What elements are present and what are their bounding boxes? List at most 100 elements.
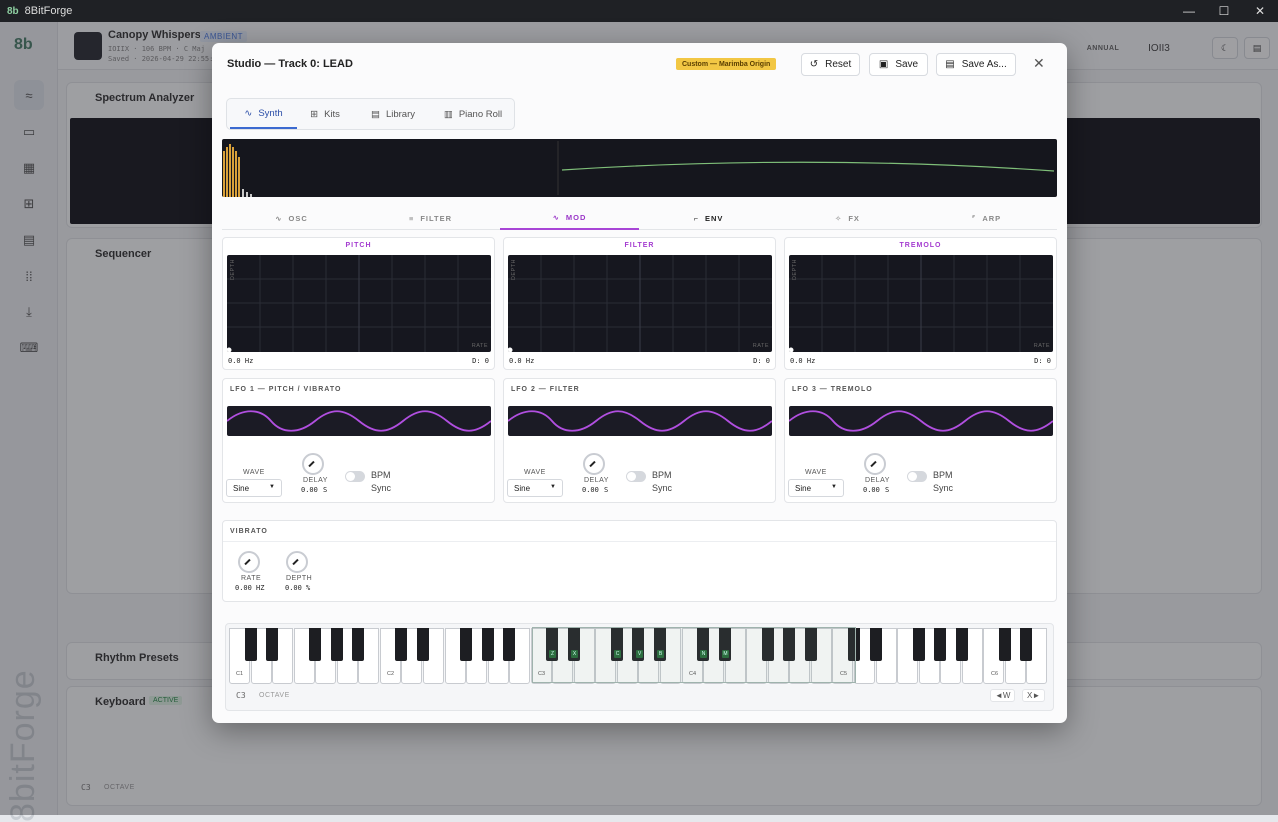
wave-select[interactable]: Sine ▼ bbox=[507, 479, 563, 497]
black-key[interactable] bbox=[934, 628, 947, 661]
subtab-arp[interactable]: ⌜ ARP bbox=[917, 206, 1056, 230]
delay-value: 0.00 bbox=[301, 486, 318, 494]
maximize-button[interactable]: ☐ bbox=[1207, 0, 1241, 22]
mod-rate-value: 0.0 Hz bbox=[790, 357, 816, 365]
chevron-down-icon: ▼ bbox=[269, 484, 275, 490]
lfo-wave-display bbox=[789, 406, 1053, 436]
delay-label: DELAY bbox=[584, 477, 609, 484]
mod-xy-pad-tremolo[interactable]: DEPTH RATE bbox=[789, 255, 1053, 352]
vibrato-rate-knob[interactable] bbox=[238, 551, 260, 573]
black-key[interactable] bbox=[460, 628, 473, 661]
black-key[interactable] bbox=[352, 628, 365, 661]
wave-value: Sine bbox=[514, 483, 531, 493]
mod-rate-value: 0.0 Hz bbox=[228, 357, 254, 365]
black-key[interactable] bbox=[309, 628, 322, 661]
vibrato-depth-value: 0.00 bbox=[285, 584, 302, 592]
delay-knob[interactable] bbox=[302, 453, 324, 475]
black-key[interactable] bbox=[244, 628, 257, 661]
minimize-button[interactable]: — bbox=[1172, 0, 1206, 22]
wave-value: Sine bbox=[795, 483, 812, 493]
black-key[interactable] bbox=[330, 628, 343, 661]
black-key[interactable] bbox=[503, 628, 516, 661]
filter-icon: ≡ bbox=[408, 213, 415, 223]
lfo-card-2: LFO 2 — FILTER WAVE Sine ▼ DELAY 0.00 S B… bbox=[503, 378, 776, 503]
subtab-env-label: ENV bbox=[704, 213, 724, 223]
black-key[interactable] bbox=[869, 628, 882, 661]
mod-card-title: PITCH bbox=[345, 242, 372, 249]
y-axis-label: DEPTH bbox=[792, 259, 798, 281]
lfo-title: LFO 3 — TREMOLO bbox=[792, 386, 873, 393]
black-key[interactable] bbox=[481, 628, 494, 661]
arp-icon: ⌜ bbox=[971, 213, 977, 223]
black-key[interactable] bbox=[998, 628, 1011, 661]
key-hint-b: B bbox=[657, 650, 664, 658]
subtab-osc-label: OSC bbox=[288, 213, 308, 223]
chevron-down-icon: ▼ bbox=[550, 484, 556, 490]
bpm-label: BPM bbox=[933, 470, 953, 480]
octave-down-button[interactable]: ◄W bbox=[990, 689, 1016, 702]
black-key[interactable] bbox=[395, 628, 408, 661]
y-axis-label: DEPTH bbox=[230, 259, 236, 281]
preset-badge: Custom — Marimba Origin bbox=[676, 58, 777, 70]
lfo-wave-display bbox=[227, 406, 491, 436]
bpm-sync-toggle[interactable] bbox=[345, 471, 365, 482]
octave-marker: C4 bbox=[689, 671, 697, 677]
x-axis-label: RATE bbox=[471, 343, 488, 349]
vibrato-title: VIBRATO bbox=[230, 528, 268, 535]
window-titlebar: 8b 8BitForge — ☐ ✕ bbox=[0, 0, 1278, 22]
tab-library[interactable]: ▤ Library bbox=[357, 99, 429, 129]
window-close-button[interactable]: ✕ bbox=[1243, 0, 1277, 22]
delay-knob[interactable] bbox=[583, 453, 605, 475]
subtab-env[interactable]: ⌐ ENV bbox=[639, 206, 778, 230]
delay-value: 0.00 bbox=[582, 486, 599, 494]
reset-label: Reset bbox=[825, 59, 852, 70]
black-key[interactable] bbox=[1020, 628, 1033, 661]
vibrato-depth-knob[interactable] bbox=[286, 551, 308, 573]
wave-label: WAVE bbox=[243, 469, 265, 476]
black-key[interactable] bbox=[266, 628, 279, 661]
reset-icon: ↺ bbox=[809, 59, 819, 70]
delay-unit: S bbox=[885, 486, 890, 494]
octave-marker: C3 bbox=[538, 671, 546, 677]
studio-tabs: ∿ Synth ⊞ Kits ▤ Library ▥ Piano Roll bbox=[226, 98, 515, 130]
subtab-osc[interactable]: ∿ OSC bbox=[222, 206, 361, 230]
mod-xy-pad-pitch[interactable]: DEPTH RATE bbox=[227, 255, 491, 352]
delay-knob[interactable] bbox=[864, 453, 886, 475]
subtab-mod-label: MOD bbox=[565, 212, 587, 222]
subtab-filter[interactable]: ≡ FILTER bbox=[361, 206, 500, 230]
vibrato-divider bbox=[223, 541, 1056, 542]
modal-close-button[interactable]: ✕ bbox=[1033, 55, 1045, 72]
bpm-sync-toggle[interactable] bbox=[907, 471, 927, 482]
black-key[interactable] bbox=[955, 628, 968, 661]
octave-value: C3 bbox=[236, 691, 246, 700]
octave-up-button[interactable]: X► bbox=[1022, 689, 1046, 702]
app-name: 8BitForge bbox=[24, 5, 73, 17]
save-as-button[interactable]: ▤ Save As... bbox=[936, 53, 1016, 76]
save-button[interactable]: ▣ Save bbox=[869, 53, 928, 76]
tab-synth-label: Synth bbox=[258, 107, 283, 119]
mod-rate-value: 0.0 Hz bbox=[509, 357, 535, 365]
reset-button[interactable]: ↺ Reset bbox=[801, 53, 860, 76]
tab-synth[interactable]: ∿ Synth bbox=[230, 99, 297, 129]
save-as-label: Save As... bbox=[961, 59, 1007, 70]
save-as-icon: ▤ bbox=[945, 59, 955, 70]
studio-modal: Studio — Track 0: LEAD Custom — Marimba … bbox=[212, 43, 1067, 723]
black-key[interactable] bbox=[416, 628, 429, 661]
wave-select[interactable]: Sine ▼ bbox=[226, 479, 282, 497]
mod-xy-pad-filter[interactable]: DEPTH RATE bbox=[508, 255, 772, 352]
fx-icon: ✧ bbox=[835, 213, 843, 223]
lfo-wave-display bbox=[508, 406, 772, 436]
key-hint-v: V bbox=[636, 650, 643, 658]
octave-label: OCTAVE bbox=[259, 692, 290, 699]
black-key[interactable] bbox=[912, 628, 925, 661]
subtab-mod[interactable]: ∿ MOD bbox=[500, 206, 639, 230]
tab-piano-roll[interactable]: ▥ Piano Roll bbox=[433, 99, 513, 129]
bpm-sync-toggle[interactable] bbox=[626, 471, 646, 482]
subtab-fx[interactable]: ✧ FX bbox=[778, 206, 917, 230]
octave-marker: C1 bbox=[236, 671, 244, 677]
x-axis-label: RATE bbox=[1033, 343, 1050, 349]
wave-select[interactable]: Sine ▼ bbox=[788, 479, 844, 497]
tab-kits[interactable]: ⊞ Kits bbox=[299, 99, 351, 129]
delay-unit: S bbox=[323, 486, 328, 494]
key-hint-c: C bbox=[614, 650, 621, 658]
